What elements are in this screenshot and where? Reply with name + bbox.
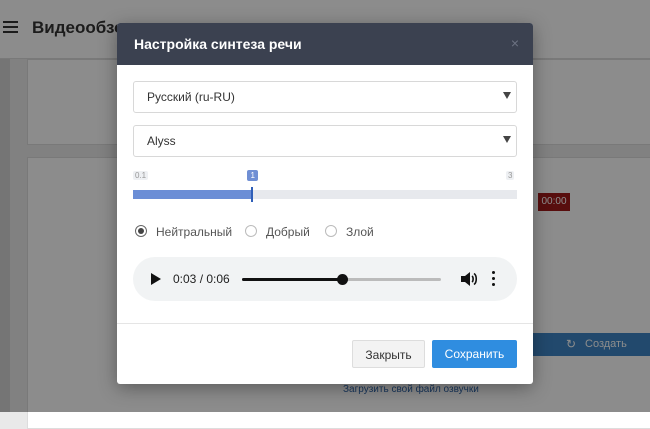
play-icon[interactable] [151,273,161,285]
audio-player: 0:03 / 0:06 [133,257,517,301]
emotion-label: Злой [346,225,374,239]
voice-select-value: Alyss [147,134,176,148]
speed-slider-fill [133,190,253,199]
slider-max-label: 3 [506,171,515,180]
close-button[interactable]: Закрыть [352,340,425,368]
radio-checked-icon[interactable] [135,225,147,237]
speed-slider-handle[interactable] [251,187,254,202]
slider-value-bubble: 1 [247,170,259,181]
radio-unchecked-icon[interactable] [245,225,257,237]
language-select[interactable]: Русский (ru-RU) [133,81,517,113]
voice-select[interactable]: Alyss [133,125,517,157]
caret-down-icon [503,92,511,99]
dialog-header: Настройка синтеза речи × [117,23,533,65]
seek-knob[interactable] [336,274,348,285]
save-button[interactable]: Сохранить [432,340,517,368]
emotion-label: Нейтральный [156,225,233,239]
volume-icon[interactable] [460,271,478,287]
emotion-label: Добрый [266,225,310,239]
footer-divider [117,323,533,324]
speed-slider-track[interactable] [133,190,517,199]
playback-time: 0:03 / 0:06 [173,272,230,286]
speech-synthesis-dialog: Настройка синтеза речи × Русский (ru-RU)… [117,23,533,384]
more-vert-icon[interactable] [492,271,496,287]
radio-unchecked-icon[interactable] [325,225,337,237]
seek-bar-progress [242,278,342,281]
caret-down-icon [503,136,511,143]
close-icon[interactable]: × [511,35,519,51]
slider-min-label: 0.1 [133,171,149,180]
language-select-value: Русский (ru-RU) [147,90,235,104]
seek-bar[interactable] [242,274,441,285]
dialog-title: Настройка синтеза речи [134,36,302,52]
